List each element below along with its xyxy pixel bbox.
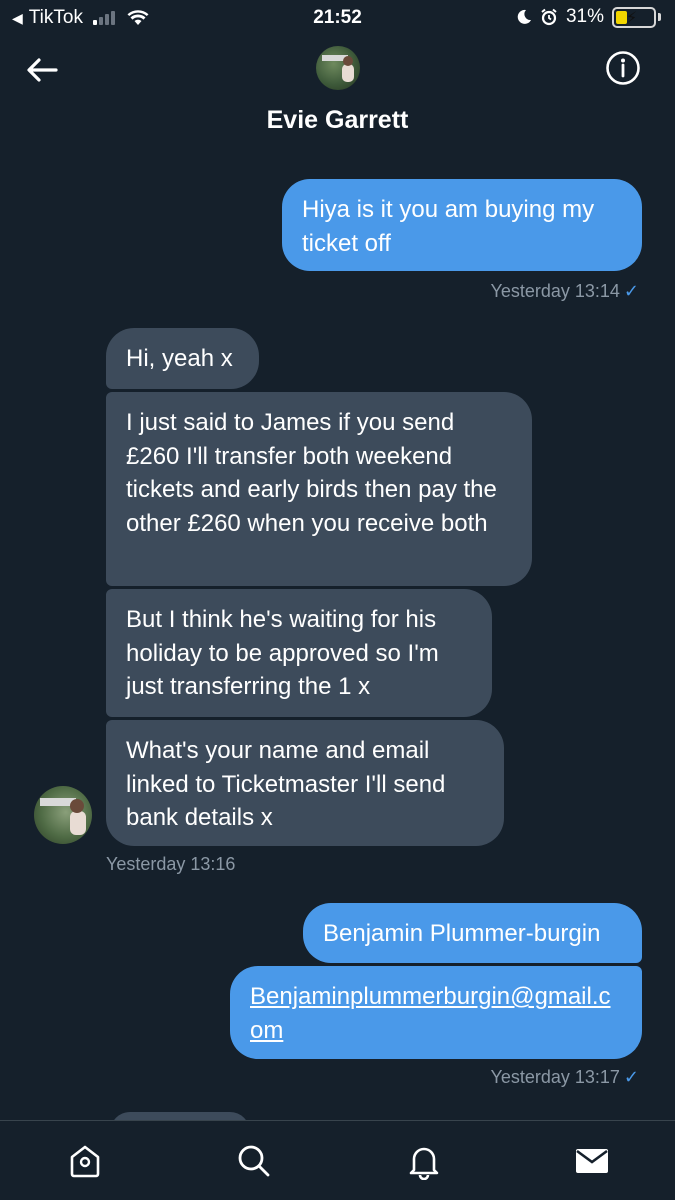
nav-search[interactable] — [232, 1139, 276, 1183]
avatar-photo — [322, 55, 354, 82]
nav-messages[interactable] — [570, 1139, 614, 1183]
read-check-icon: ✓ — [623, 281, 639, 301]
avatar-photo — [40, 798, 86, 835]
home-icon — [70, 1145, 100, 1178]
sent-message-email[interactable]: Benjaminplummerburgin@gmail.com — [230, 966, 642, 1059]
alarm-icon — [541, 8, 557, 26]
contact-name[interactable]: Evie Garrett — [0, 106, 675, 135]
contact-avatar[interactable] — [316, 46, 360, 90]
read-check-icon: ✓ — [623, 1067, 639, 1087]
conversation-header: Evie Garrett — [0, 36, 675, 146]
battery-icon: ⚡ — [612, 6, 656, 28]
mail-icon — [576, 1149, 608, 1173]
nav-notifications[interactable] — [402, 1139, 446, 1183]
battery-nub — [658, 13, 661, 21]
received-message[interactable]: But I think he's waiting for his holiday… — [106, 589, 492, 717]
sent-message[interactable]: Hiya is it you am buying my ticket off — [282, 179, 642, 271]
bell-icon — [409, 1147, 439, 1180]
battery-percent: 31% — [565, 6, 604, 27]
sent-message[interactable]: Benjamin Plummer-burgin — [303, 903, 642, 963]
received-message[interactable]: What's your name and email linked to Tic… — [106, 720, 504, 846]
arrow-left-icon — [27, 58, 58, 82]
search-icon — [238, 1145, 270, 1177]
sender-avatar[interactable] — [34, 786, 92, 844]
received-message[interactable]: Hi, yeah x — [106, 328, 259, 389]
message-timestamp: Yesterday 13:16 — [106, 854, 235, 875]
message-timestamp: Yesterday 13:17 ✓ — [490, 1067, 639, 1088]
timestamp-text: Yesterday 13:17 — [490, 1067, 620, 1087]
received-message[interactable]: I just said to James if you send £260 I'… — [106, 392, 532, 586]
email-link[interactable]: Benjaminplummerburgin@gmail.com — [250, 983, 611, 1044]
charging-bolt-icon: ⚡ — [626, 9, 638, 27]
message-timestamp: Yesterday 13:14 ✓ — [490, 281, 639, 302]
status-bar-right: 31% ⚡ — [516, 6, 661, 28]
bottom-navigation — [0, 1120, 675, 1200]
info-icon — [606, 51, 640, 85]
moon-icon — [517, 9, 531, 24]
nav-home[interactable] — [63, 1139, 107, 1183]
back-button[interactable] — [22, 50, 62, 90]
timestamp-text: Yesterday 13:14 — [490, 281, 620, 301]
info-button[interactable] — [605, 50, 641, 86]
timestamp-text: Yesterday 13:16 — [106, 854, 236, 874]
status-bar: ◀ TikTok 21:52 31% ⚡ — [0, 0, 675, 36]
